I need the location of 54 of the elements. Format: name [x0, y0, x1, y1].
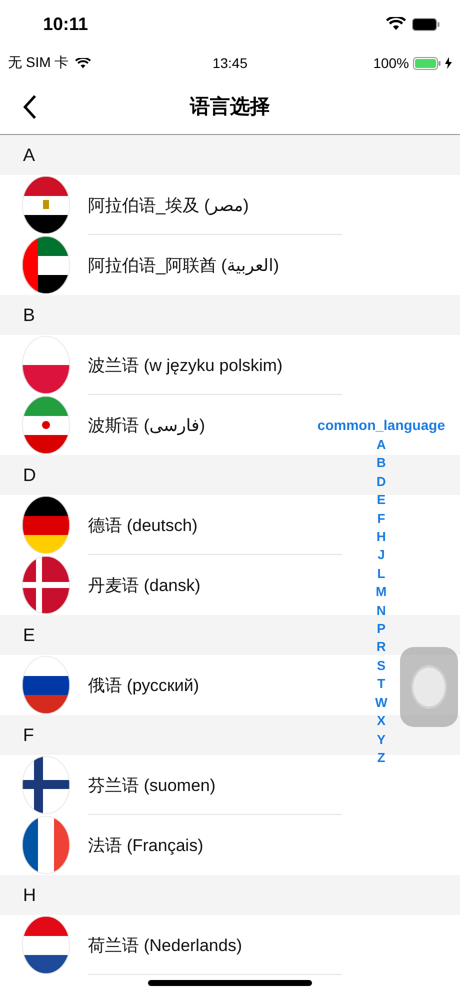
flag-icon — [22, 496, 70, 554]
flag-icon — [22, 336, 70, 394]
language-name[interactable]: 波兰语 (w języku polskim) — [88, 354, 283, 376]
language-name[interactable]: 德语 (deutsch) — [88, 514, 198, 536]
language-name[interactable]: 俄语 (русский) — [88, 674, 200, 696]
language-name[interactable]: 波斯语 (فارسی) — [88, 414, 205, 436]
index-letter[interactable]: M — [376, 583, 387, 602]
index-letter[interactable]: J — [378, 546, 385, 565]
index-letter[interactable]: X — [376, 712, 386, 730]
index-letter[interactable]: Y — [376, 730, 386, 749]
charging-bolt-icon — [445, 57, 452, 69]
index-letter[interactable]: B — [376, 454, 386, 473]
language-name[interactable]: 荷兰语 (Nederlands) — [88, 934, 242, 956]
battery-percent: 100% — [373, 55, 409, 71]
index-letter[interactable]: T — [377, 675, 386, 694]
battery-icon — [412, 18, 440, 30]
clock-time: 10:11 — [43, 14, 88, 34]
index-letter[interactable]: N — [376, 602, 386, 620]
language-name[interactable]: 丹麦语 (dansk) — [88, 574, 200, 596]
carrier-label: 无 SIM 卡 — [8, 54, 69, 72]
index-letter[interactable]: D — [376, 472, 386, 492]
index-letter[interactable]: W — [375, 694, 388, 712]
index-letter[interactable]: Z — [377, 748, 386, 768]
flag-icon — [22, 756, 70, 814]
flag-icon — [22, 176, 70, 234]
index-letter[interactable]: A — [376, 436, 386, 454]
page-title: 语言选择 — [190, 94, 270, 120]
index-letter[interactable]: H — [376, 528, 386, 546]
language-name[interactable]: 阿拉伯语_埃及 (مصر) — [88, 194, 249, 216]
section-letter: B — [23, 304, 36, 326]
flag-icon — [22, 396, 70, 454]
index-letter[interactable]: common_language — [317, 414, 445, 436]
battery-icon — [413, 56, 441, 70]
index-letter[interactable]: R — [376, 638, 386, 657]
wifi-icon — [74, 58, 91, 68]
index-letter[interactable]: S — [376, 656, 386, 676]
index-letter[interactable]: L — [377, 564, 386, 584]
language-name[interactable]: 阿拉伯语_阿联酋 (العربية) — [88, 254, 279, 276]
flag-icon — [22, 656, 70, 714]
flag-icon — [22, 916, 70, 974]
section-letter: E — [23, 624, 36, 646]
language-name[interactable]: 芬兰语 (suomen) — [88, 774, 216, 796]
index-letter[interactable]: E — [376, 491, 386, 510]
language-name[interactable]: 法语 (Français) — [88, 834, 204, 856]
section-letter: D — [23, 464, 36, 486]
index-letter[interactable]: F — [377, 510, 386, 528]
flag-icon — [22, 816, 70, 874]
section-letter: H — [23, 884, 36, 906]
section-letter: F — [23, 724, 34, 746]
flag-icon — [22, 236, 70, 294]
section-letter: A — [23, 144, 36, 166]
index-letter[interactable]: P — [376, 620, 386, 638]
wifi-icon — [386, 17, 406, 31]
status-time: 13:45 — [212, 55, 248, 71]
